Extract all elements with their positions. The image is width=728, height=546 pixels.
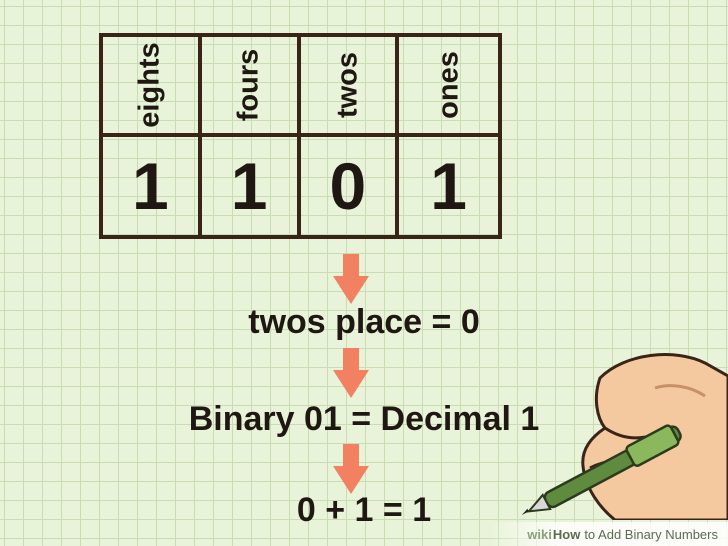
hand-holding-pen-icon: [521, 353, 728, 520]
header-cell-twos: twos: [300, 37, 400, 137]
down-arrow-icon: [333, 444, 369, 494]
digit-cell-ones: 1: [430, 149, 467, 223]
header-cell-ones: ones: [399, 37, 498, 137]
step-twos-place: twos place = 0: [248, 303, 480, 341]
header-label: ones: [432, 51, 465, 119]
article-title: to Add Binary Numbers: [584, 526, 718, 542]
digit-cell-eights: 1: [103, 137, 202, 235]
digit-cell-fours: 1: [202, 137, 301, 235]
header-label: eights: [133, 42, 166, 128]
digit-cell-twos: 0: [301, 137, 400, 235]
header-cell-eights: eights: [103, 37, 202, 137]
header-label: fours: [232, 48, 265, 122]
header-label: twos: [331, 51, 364, 119]
header-cell-fours: fours: [201, 37, 301, 137]
brand-prefix: wiki: [527, 526, 552, 542]
place-value-table: eights fours twos ones 1 1 0 1: [99, 33, 502, 239]
down-arrow-icon: [333, 348, 369, 398]
footer-caption: wiki How to Add Binary Numbers: [488, 522, 728, 546]
brand-suffix: How: [552, 526, 581, 542]
down-arrow-icon: [333, 254, 369, 304]
binary-addition-illustration: { "table": { "headers": ["eights", "four…: [0, 0, 728, 546]
